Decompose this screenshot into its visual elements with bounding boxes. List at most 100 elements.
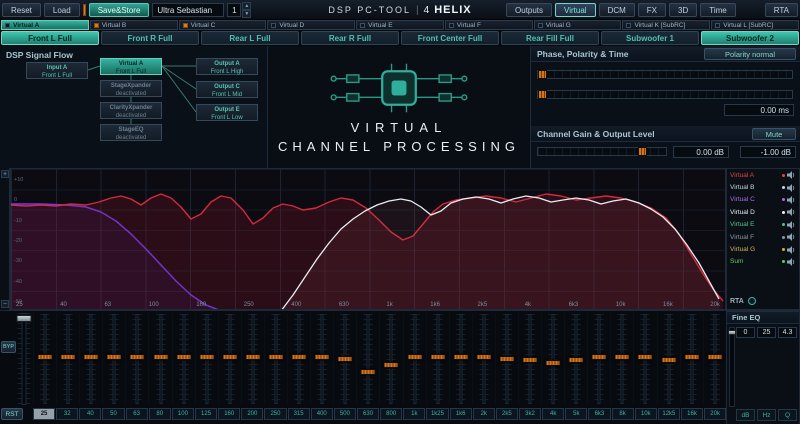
eq-band-slider[interactable] <box>56 313 79 405</box>
eq-frequency-label[interactable]: 63 <box>126 408 148 420</box>
eq-band-handle[interactable] <box>292 354 307 360</box>
virtual-tab[interactable]: Virtual K [SubRC] <box>622 20 710 30</box>
channel-indicator[interactable] <box>626 23 631 28</box>
eq-frequency-label[interactable]: 125 <box>195 408 217 420</box>
legend-row[interactable]: Virtual D <box>727 206 799 218</box>
virtual-tab[interactable]: Virtual C <box>179 20 267 30</box>
gain-slider-handle[interactable] <box>638 147 647 156</box>
eq-frequency-label[interactable]: 6k3 <box>588 408 610 420</box>
eq-band-handle[interactable] <box>684 354 699 360</box>
eq-band-slider[interactable] <box>518 313 541 405</box>
channel-indicator[interactable] <box>5 23 10 28</box>
eq-band-handle[interactable] <box>199 354 214 360</box>
legend-row[interactable]: Virtual B <box>727 181 799 193</box>
eq-frequency-label[interactable]: 5k <box>565 408 587 420</box>
eq-band-handle[interactable] <box>569 357 584 363</box>
channel-indicator[interactable] <box>94 23 99 28</box>
virtual-tab[interactable]: Virtual D <box>267 20 355 30</box>
time-delay-slider[interactable] <box>537 90 793 99</box>
eq-frequency-label[interactable]: 40 <box>79 408 101 420</box>
eq-band-handle[interactable] <box>615 354 630 360</box>
legend-row[interactable]: Virtual G <box>727 243 799 255</box>
eq-frequency-label[interactable]: 50 <box>102 408 124 420</box>
eq-band-handle[interactable] <box>222 354 237 360</box>
eq-reset-button[interactable]: RST <box>1 408 23 420</box>
legend-row[interactable]: Sum <box>727 256 799 268</box>
gain-slider[interactable] <box>537 147 667 156</box>
eq-band-slider[interactable] <box>79 313 102 405</box>
eq-frequency-label[interactable]: 1k <box>403 408 425 420</box>
legend-row[interactable]: Virtual E <box>727 219 799 231</box>
zoom-out-button[interactable]: − <box>1 300 9 308</box>
view-button[interactable]: Outputs <box>506 3 552 17</box>
signal-flow-node[interactable]: Output CFront L Mid <box>196 81 258 98</box>
phase-slider-handle[interactable] <box>538 70 547 79</box>
master-fader-track[interactable] <box>21 313 26 405</box>
eq-band-handle[interactable] <box>707 354 722 360</box>
eq-band-handle[interactable] <box>245 354 260 360</box>
legend-row[interactable]: Virtual C <box>727 194 799 206</box>
eq-band-track[interactable] <box>552 314 555 404</box>
eq-band-handle[interactable] <box>546 360 561 366</box>
fine-eq-db-value[interactable]: 0 <box>736 327 755 338</box>
eq-band-handle[interactable] <box>84 354 99 360</box>
eq-frequency-label[interactable]: 200 <box>241 408 263 420</box>
eq-band-handle[interactable] <box>453 354 468 360</box>
eq-band-slider[interactable] <box>218 313 241 405</box>
eq-master-fader[interactable] <box>16 313 31 405</box>
channel-button[interactable]: Front Center Full <box>401 31 499 45</box>
eq-bypass-button[interactable]: BYP <box>1 341 16 353</box>
eq-band-slider[interactable] <box>356 313 379 405</box>
fine-eq-fader[interactable] <box>729 327 735 407</box>
eq-frequency-label[interactable]: 100 <box>172 408 194 420</box>
eq-frequency-label[interactable]: 20k <box>704 408 726 420</box>
speaker-icon[interactable] <box>787 258 796 266</box>
channel-button[interactable]: Front L Full <box>1 31 99 45</box>
fine-eq-fader-handle[interactable] <box>728 330 736 335</box>
eq-band-handle[interactable] <box>384 362 399 368</box>
eq-band-slider[interactable] <box>680 313 703 405</box>
eq-band-slider[interactable] <box>633 313 656 405</box>
virtual-tab[interactable]: Virtual E <box>356 20 444 30</box>
phase-slider[interactable] <box>537 70 793 79</box>
preset-name-input[interactable] <box>152 3 224 17</box>
eq-band-slider[interactable] <box>102 313 125 405</box>
eq-frequency-label[interactable]: 160 <box>218 408 240 420</box>
signal-flow-node[interactable]: ClarityXpanderdeactivated <box>100 102 162 119</box>
channel-button[interactable]: Rear Fill Full <box>501 31 599 45</box>
channel-button[interactable]: Front R Full <box>101 31 199 45</box>
eq-band-slider[interactable] <box>657 313 680 405</box>
eq-band-handle[interactable] <box>430 354 445 360</box>
eq-frequency-label[interactable]: 80 <box>149 408 171 420</box>
eq-band-handle[interactable] <box>107 354 122 360</box>
eq-band-handle[interactable] <box>499 356 514 362</box>
eq-band-slider[interactable] <box>287 313 310 405</box>
view-button[interactable]: Time <box>700 3 735 17</box>
eq-band-slider[interactable] <box>495 313 518 405</box>
fine-eq-hz-value[interactable]: 25 <box>757 327 776 338</box>
signal-flow-node[interactable]: Virtual AFront L Full <box>100 58 162 75</box>
eq-frequency-label[interactable]: 800 <box>380 408 402 420</box>
channel-indicator[interactable] <box>449 23 454 28</box>
eq-band-slider[interactable] <box>564 313 587 405</box>
eq-band-handle[interactable] <box>176 354 191 360</box>
eq-band-handle[interactable] <box>523 357 538 363</box>
eq-band-slider[interactable] <box>703 313 726 405</box>
virtual-tab[interactable]: Virtual B <box>90 20 178 30</box>
eq-band-handle[interactable] <box>338 356 353 362</box>
eq-frequency-label[interactable]: 25 <box>33 408 55 420</box>
eq-frequency-label[interactable]: 32 <box>56 408 78 420</box>
eq-band-handle[interactable] <box>268 354 283 360</box>
channel-indicator[interactable] <box>183 23 188 28</box>
channel-button[interactable]: Rear R Full <box>301 31 399 45</box>
eq-frequency-label[interactable]: 2k <box>473 408 495 420</box>
view-button[interactable]: 3D <box>669 3 697 17</box>
eq-band-slider[interactable] <box>310 313 333 405</box>
eq-frequency-label[interactable]: 250 <box>264 408 286 420</box>
master-fader-handle[interactable] <box>16 315 31 322</box>
eq-band-track[interactable] <box>367 314 370 404</box>
speaker-icon[interactable] <box>787 196 796 204</box>
speaker-icon[interactable] <box>787 208 796 216</box>
eq-band-handle[interactable] <box>407 354 422 360</box>
view-button[interactable]: Virtual <box>555 3 596 17</box>
